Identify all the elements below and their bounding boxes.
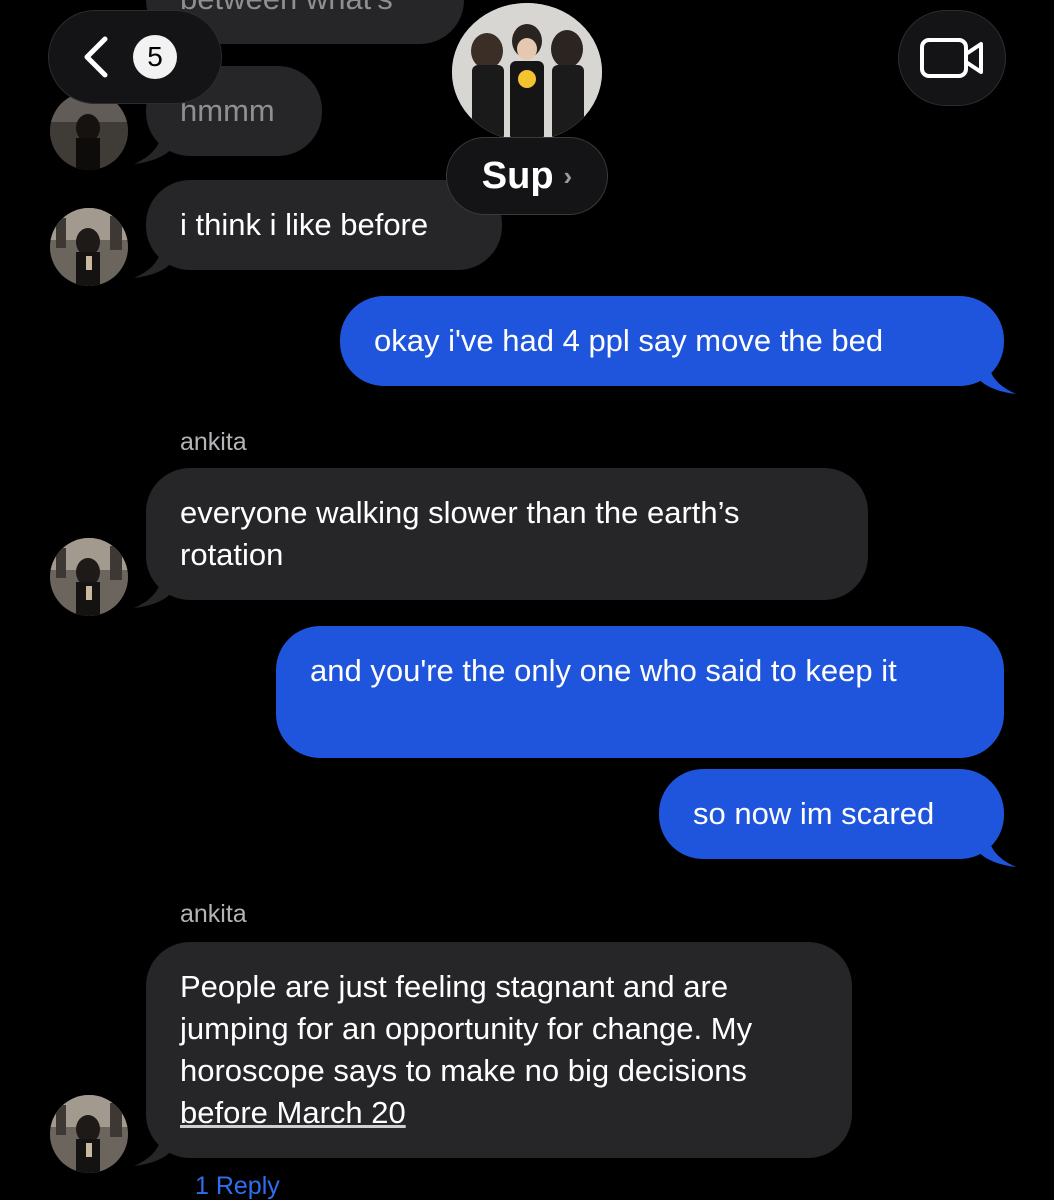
avatar[interactable] <box>50 1095 128 1173</box>
chevron-right-icon: › <box>563 160 573 191</box>
group-name-button[interactable]: Sup › <box>446 137 608 215</box>
message-bubble-outgoing[interactable]: okay i've had 4 ppl say move the bed <box>340 296 1016 394</box>
avatar-photo <box>50 1095 128 1173</box>
unread-count-badge: 5 <box>133 35 177 79</box>
group-name: Sup <box>481 154 554 197</box>
group-photo-image <box>452 3 602 141</box>
message-text: People are just feeling stagnant and are… <box>180 969 753 1088</box>
message-text: between what's <box>180 0 393 16</box>
bubble-tail <box>134 132 172 164</box>
avatar-photo <box>50 538 128 616</box>
chevron-left-icon <box>84 36 108 78</box>
message-text: so now im scared <box>693 796 935 831</box>
message-bubble-outgoing[interactable]: and you're the only one who said to keep… <box>276 626 1004 758</box>
bubble-tail <box>134 1134 172 1166</box>
avatar[interactable] <box>50 538 128 616</box>
date-link[interactable]: before March 20 <box>180 1095 406 1130</box>
chat-screen: between what's hmmm i think i like befor… <box>0 0 1054 1200</box>
message-bubble-incoming[interactable]: i think i like before <box>134 180 502 278</box>
bubble-tail <box>978 835 1016 867</box>
reply-count-link[interactable]: 1 Reply <box>195 1172 280 1200</box>
video-camera-icon <box>920 38 983 78</box>
group-photo[interactable] <box>452 3 602 141</box>
avatar[interactable] <box>50 208 128 286</box>
bubble-tail <box>134 246 172 278</box>
message-text: everyone walking slower than the earth’s… <box>180 495 740 572</box>
message-bubble-incoming[interactable]: People are just feeling stagnant and are… <box>134 942 852 1166</box>
video-call-button[interactable] <box>898 10 1006 106</box>
bubble-tail <box>134 576 172 608</box>
message-text: okay i've had 4 ppl say move the bed <box>374 323 884 358</box>
back-button[interactable]: 5 <box>48 10 222 104</box>
bubble-tail <box>978 362 1016 394</box>
message-text: and you're the only one who said to keep… <box>310 653 897 688</box>
sender-name: ankita <box>180 900 247 928</box>
sender-name: ankita <box>180 428 247 456</box>
avatar-photo <box>50 208 128 286</box>
message-bubble-outgoing[interactable]: so now im scared <box>659 769 1016 867</box>
message-text: i think i like before <box>180 207 429 242</box>
message-bubble-incoming[interactable]: everyone walking slower than the earth’s… <box>134 468 868 608</box>
